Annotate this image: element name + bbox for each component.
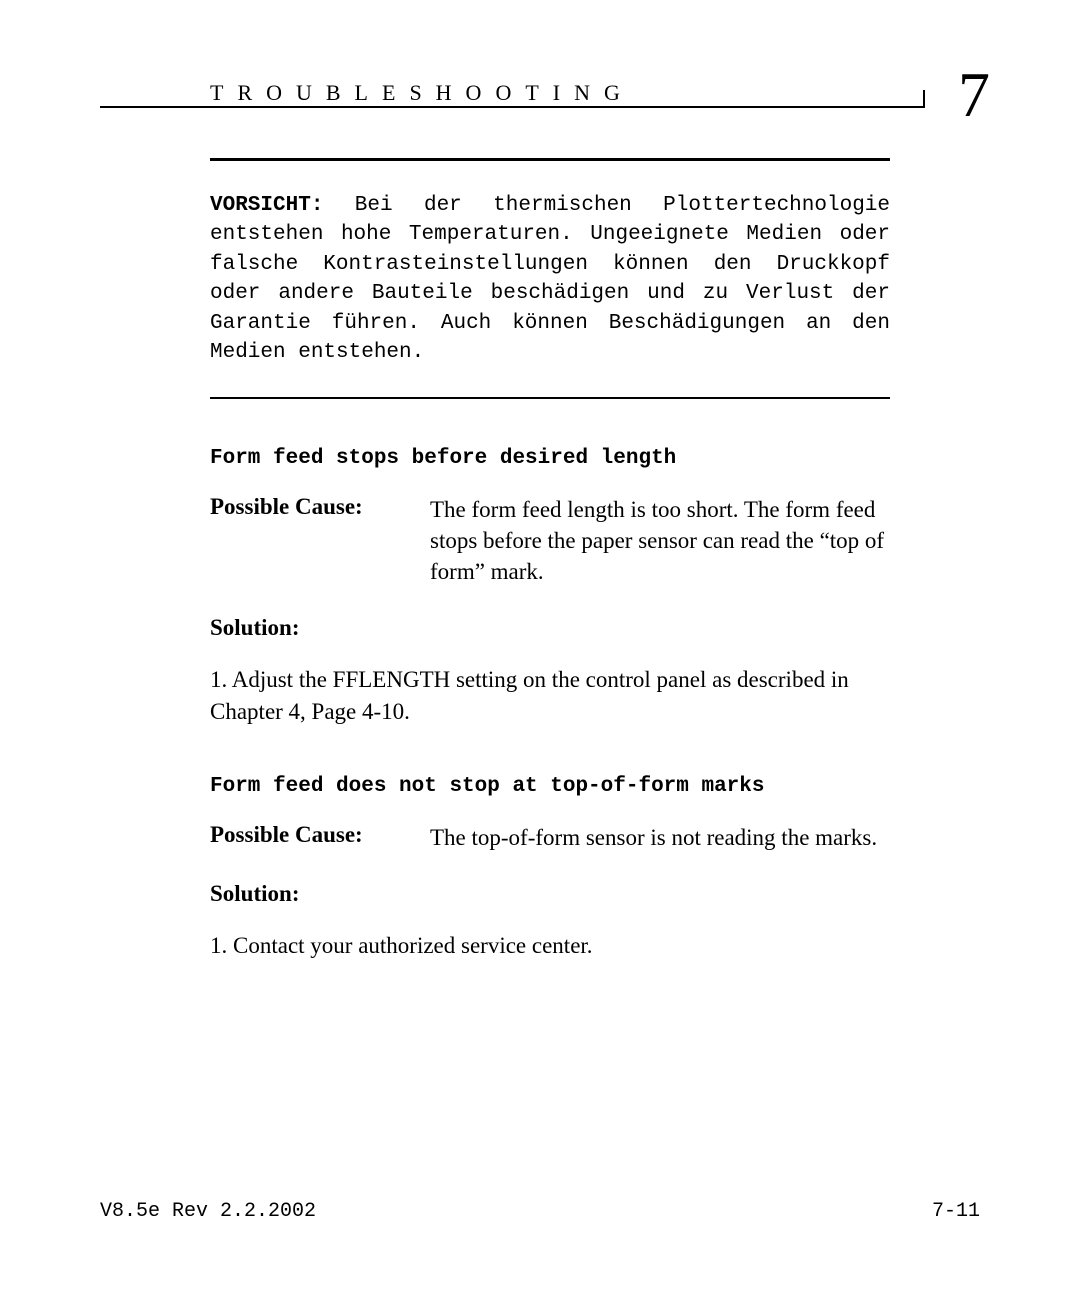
solution-text: 1. Adjust the FFLENGTH setting on the co… — [210, 664, 890, 726]
header-notch — [923, 90, 925, 106]
warning-text: VORSICHT: Bei der thermischen Plottertec… — [210, 191, 890, 367]
divider — [210, 158, 890, 161]
possible-cause-label: Possible Cause: — [210, 494, 430, 520]
warning-body: Bei der thermischen Plottertechnologie e… — [210, 194, 890, 364]
page-number: 7-11 — [932, 1200, 980, 1223]
section-title: TROUBLESHOOTING — [210, 80, 634, 106]
page-header: TROUBLESHOOTING 7 — [100, 80, 980, 120]
cause-row: Possible Cause: The top-of-form sensor i… — [210, 822, 890, 853]
solution-label: Solution: — [210, 881, 890, 907]
solution-text: 1. Contact your authorized service cente… — [210, 930, 890, 961]
possible-cause-label: Possible Cause: — [210, 822, 430, 848]
cause-row: Possible Cause: The form feed length is … — [210, 494, 890, 587]
warning-label: VORSICHT: — [210, 194, 323, 217]
warning-box: VORSICHT: Bei der thermischen Plottertec… — [210, 191, 890, 367]
doc-version: V8.5e Rev 2.2.2002 — [100, 1200, 316, 1223]
problem-heading: Form feed does not stop at top-of-form m… — [210, 775, 890, 798]
possible-cause-text: The form feed length is too short. The f… — [430, 494, 890, 587]
page-footer: V8.5e Rev 2.2.2002 7-11 — [100, 1200, 980, 1223]
problem-heading: Form feed stops before desired length — [210, 447, 890, 470]
content: VORSICHT: Bei der thermischen Plottertec… — [210, 120, 890, 961]
page: TROUBLESHOOTING 7 VORSICHT: Bei der ther… — [100, 80, 980, 973]
possible-cause-text: The top-of-form sensor is not reading th… — [430, 822, 890, 853]
solution-label: Solution: — [210, 615, 890, 641]
header-rule — [100, 106, 925, 108]
divider — [210, 397, 890, 399]
chapter-number: 7 — [958, 58, 990, 132]
